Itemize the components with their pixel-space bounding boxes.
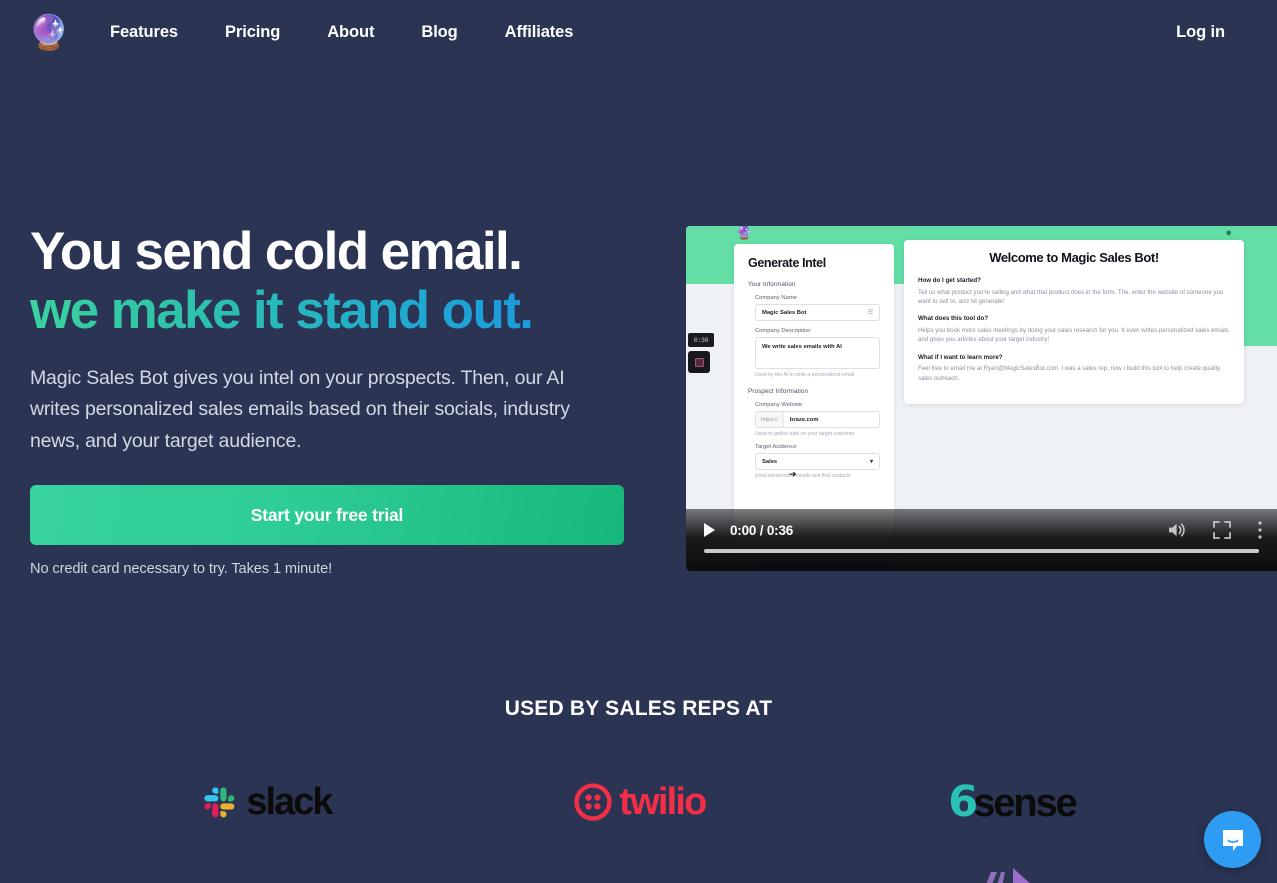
chevron-down-icon: ▾ <box>869 459 873 465</box>
your-information-section-label: Your Information <box>748 281 796 288</box>
nav-item-features[interactable]: Features <box>110 17 178 48</box>
company-description-help: Used by the AI to write a personalized e… <box>755 372 855 378</box>
company-website-input[interactable]: https:// braze.com <box>755 411 880 428</box>
hero-copy: You send cold email. we make it stand ou… <box>30 65 655 577</box>
play-icon[interactable] <box>704 523 715 537</box>
partial-brand-icon <box>986 868 1030 883</box>
stop-recording-icon <box>688 351 710 373</box>
welcome-card-title: Welcome to Magic Sales Bot! <box>989 250 1159 265</box>
faq-question: What does this tool do? <box>918 315 989 323</box>
6sense-six-mark: 6 <box>948 777 978 827</box>
twilio-logo: twilio <box>574 760 707 844</box>
faq-question: How do I get started? <box>918 277 981 284</box>
company-website-field-group: Company Website https:// braze.com Used … <box>755 402 880 437</box>
cta-note: No credit card necessary to try. Takes 1… <box>30 561 333 578</box>
target-audience-help: Used personalize emails and find contact… <box>755 473 851 479</box>
slack-mark-icon <box>204 787 235 818</box>
headline-line-2: we make it stand out. <box>30 281 655 340</box>
chat-bubble-icon <box>1222 829 1243 851</box>
nav-links: Features Pricing About Blog Affiliates <box>110 17 573 48</box>
headline-line-1: You send cold email. <box>30 222 523 281</box>
twilio-wordmark: twilio <box>619 780 707 823</box>
main-navigation: 🔮 Features Pricing About Blog Affiliates… <box>0 0 1277 65</box>
nav-item-pricing[interactable]: Pricing <box>225 17 280 48</box>
company-description-label: Company Description <box>755 328 811 334</box>
kebab-menu-icon[interactable] <box>1257 520 1263 540</box>
partial-slot <box>548 858 728 883</box>
nav-item-blog[interactable]: Blog <box>421 17 457 48</box>
company-website-label: Company Website <box>755 402 803 408</box>
partial-logo-purple <box>921 858 1101 883</box>
recording-timer: 0:30 <box>688 333 714 347</box>
faq-item: What does this tool do? Helps you book m… <box>918 315 1230 344</box>
6sense-logo: 6 sense <box>948 760 1078 844</box>
login-link[interactable]: Log in <box>1176 23 1247 42</box>
target-audience-select[interactable]: Sales ▾ <box>755 453 880 470</box>
target-audience-label: Target Audience <box>755 444 797 450</box>
faq-question: What if I want to learn more? <box>918 353 1003 361</box>
volume-icon[interactable] <box>1167 521 1187 539</box>
video-progress-scrubber[interactable] <box>704 549 1259 553</box>
faq-answer: Helps you book more sales meetings by do… <box>918 326 1229 344</box>
customer-logo-row: slack twilio 6 sense <box>0 760 1277 844</box>
faq-item: How do I get started? Tell us what produ… <box>918 277 1230 306</box>
copy-icon[interactable]: ☷ <box>868 309 873 316</box>
page-title: You send cold email. we make it stand ou… <box>30 222 655 341</box>
crystal-ball-icon: 🔮 <box>736 226 753 240</box>
chat-widget-button[interactable] <box>1204 811 1261 868</box>
company-description-field-group: Company Description We write sales email… <box>755 328 880 378</box>
used-by-heading: USED BY SALES REPS AT <box>504 697 773 720</box>
faq-answer: Tell us what product you're selling and … <box>918 288 1224 305</box>
generate-intel-title: Generate Intel <box>748 256 826 270</box>
6sense-wordmark: sense <box>973 781 1078 825</box>
target-audience-value: Sales <box>762 458 778 465</box>
welcome-card: Welcome to Magic Sales Bot! How do I get… <box>904 240 1244 405</box>
twilio-mark-icon <box>574 783 612 821</box>
hero-subheading: Magic Sales Bot gives you intel on your … <box>30 366 570 452</box>
company-name-label: Company Name <box>755 295 797 301</box>
video-controls-row: 0:00 / 0:36 <box>686 515 1277 545</box>
fullscreen-icon[interactable] <box>1213 521 1231 539</box>
prospect-information-section-label: Prospect Information <box>748 388 809 395</box>
slack-wordmark: slack <box>246 780 333 823</box>
faq-answer: Feel free to email me at Ryan@MagicSales… <box>918 365 1221 382</box>
company-website-prefix: https:// <box>756 412 784 427</box>
partial-slot <box>176 858 356 883</box>
next-logo-row-partial <box>0 858 1277 883</box>
logo-glyph: 🔮 <box>27 13 71 52</box>
close-icon: ● <box>1225 227 1232 239</box>
landing-page: 🔮 Features Pricing About Blog Affiliates… <box>0 0 1277 883</box>
crystal-ball-icon[interactable]: 🔮 <box>27 12 71 54</box>
demo-video-player[interactable]: 🔮 ● 0:30 Generate Intel Your Information… <box>686 226 1277 571</box>
video-time-display: 0:00 / 0:36 <box>730 522 794 538</box>
company-name-value: Magic Sales Bot <box>762 309 807 316</box>
nav-item-about[interactable]: About <box>327 17 374 48</box>
video-controls-bar: 0:00 / 0:36 <box>686 509 1277 571</box>
company-website-help: Used to gather intel on your target cust… <box>755 431 855 437</box>
company-name-input[interactable]: Magic Sales Bot ☷ <box>755 304 880 321</box>
target-audience-field-group: Target Audience Sales ▾ Used personalize… <box>755 444 880 479</box>
start-free-trial-button[interactable]: Start your free trial <box>30 485 624 546</box>
nav-item-affiliates[interactable]: Affiliates <box>505 17 574 48</box>
company-description-input[interactable]: We write sales emails with AI <box>755 337 880 369</box>
slack-logo: slack <box>201 760 333 844</box>
company-website-value: braze.com <box>789 416 819 423</box>
faq-item: What if I want to learn more? Feel free … <box>918 354 1230 383</box>
video-frame: 🔮 ● 0:30 Generate Intel Your Information… <box>686 226 1277 571</box>
company-name-field-group: Company Name Magic Sales Bot ☷ <box>755 295 880 321</box>
